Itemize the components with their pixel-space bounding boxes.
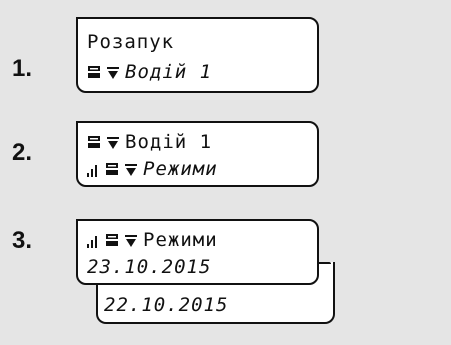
driver-label: Водій 1 (125, 61, 213, 83)
down-arrow-icon (107, 136, 119, 150)
step-number-3: 3. (12, 227, 33, 254)
modes-label: Режими (143, 229, 218, 251)
menu-title: Режими (87, 229, 218, 251)
previous-date: 22.10.2015 (104, 294, 229, 316)
card-slot-icon (87, 65, 101, 81)
display-panel-step-2: Водій 1 Режими (76, 121, 319, 187)
step-number-1: 1. (12, 55, 33, 82)
step-number-2: 2. (12, 139, 33, 166)
down-arrow-icon (107, 66, 119, 80)
modes-label: Режими (143, 158, 218, 180)
current-date: 23.10.2015 (87, 256, 212, 278)
driver-label: Водій 1 (125, 131, 213, 153)
signal-bars-icon (87, 162, 99, 178)
signal-bars-icon (87, 233, 99, 249)
card-slot-icon (105, 162, 119, 178)
down-arrow-icon (125, 163, 137, 177)
card-slot-icon (87, 135, 101, 151)
menu-title: Водій 1 (87, 131, 212, 153)
down-arrow-icon (125, 234, 137, 248)
menu-option: Режими (87, 158, 218, 180)
display-panel-step-3: Режими 23.10.2015 (76, 219, 319, 285)
menu-option: Водій 1 (87, 61, 212, 83)
display-panel-step-1: Розапук Водій 1 (76, 17, 319, 93)
card-slot-icon (105, 233, 119, 249)
menu-title: Розапук (87, 31, 175, 53)
